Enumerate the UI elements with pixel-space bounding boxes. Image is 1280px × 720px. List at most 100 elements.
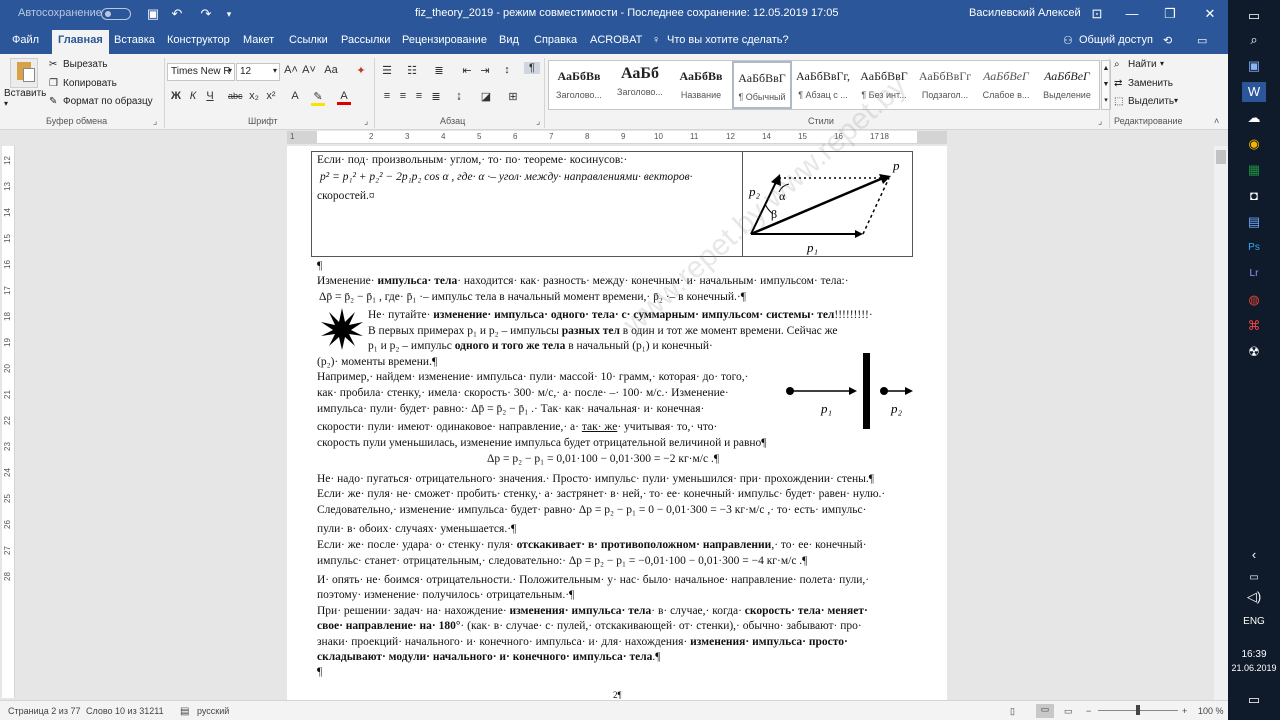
- zoom-level[interactable]: 100 %: [1198, 706, 1224, 716]
- style-subtle-emphasis[interactable]: АаБбВеГ Слабое в...: [976, 61, 1036, 109]
- restore-icon[interactable]: ❐: [1155, 4, 1185, 24]
- clock-date[interactable]: 21.06.2019: [1230, 658, 1278, 678]
- save-icon[interactable]: ▣: [144, 5, 162, 23]
- media-icon[interactable]: ☢: [1242, 342, 1266, 362]
- align-left-icon[interactable]: ≡: [380, 90, 394, 102]
- lightroom-icon[interactable]: Lr: [1242, 264, 1266, 284]
- align-center-icon[interactable]: ≡: [396, 90, 410, 102]
- tab-layout[interactable]: Макет: [243, 34, 274, 46]
- tab-mailings[interactable]: Рассылки: [341, 34, 390, 46]
- chrome-icon[interactable]: ◉: [1242, 134, 1266, 154]
- comments-icon[interactable]: ▭: [1197, 34, 1207, 47]
- sort-icon[interactable]: ↕: [500, 64, 514, 76]
- show-marks-icon[interactable]: ¶: [524, 62, 540, 74]
- subscript-icon[interactable]: x₂: [247, 90, 261, 102]
- paste-dropdown-icon[interactable]: ▾: [4, 99, 8, 108]
- superscript-icon[interactable]: x²: [264, 90, 278, 102]
- multilevel-list-icon[interactable]: ≣: [432, 64, 446, 77]
- style-list-paragraph[interactable]: АаБбВвГг, ¶ Абзац с ...: [793, 61, 853, 109]
- word-count[interactable]: Слово 10 из 31211: [86, 706, 164, 716]
- font-name-box[interactable]: Times New R ▾: [167, 63, 235, 81]
- vertical-ruler[interactable]: 12 13 14 15 16 17 18 19 20 21 22 23 24 2…: [2, 146, 15, 698]
- search-icon[interactable]: ⌕: [1242, 30, 1266, 50]
- font-launcher-icon[interactable]: ⌟: [364, 116, 368, 127]
- paste-button[interactable]: Вставить: [4, 88, 46, 99]
- paste-icon[interactable]: [10, 58, 38, 88]
- clipboard-launcher-icon[interactable]: ⌟: [153, 116, 157, 127]
- chevron-down-icon[interactable]: ▾: [1160, 59, 1164, 68]
- align-right-icon[interactable]: ≡: [412, 90, 426, 102]
- tab-references[interactable]: Ссылки: [289, 34, 328, 46]
- style-emphasis[interactable]: АаБбВеГ Выделение: [1037, 61, 1097, 109]
- tab-review[interactable]: Рецензирование: [402, 34, 487, 46]
- proofing-icon[interactable]: ▤: [180, 706, 189, 717]
- paragraph-launcher-icon[interactable]: ⌟: [536, 116, 540, 127]
- chevron-down-icon[interactable]: ▾: [1174, 96, 1178, 105]
- activity-icon[interactable]: ⟲: [1163, 34, 1172, 47]
- close-icon[interactable]: ✕: [1195, 4, 1225, 24]
- share-button[interactable]: Общий доступ: [1079, 34, 1153, 46]
- decrease-indent-icon[interactable]: ⇤: [460, 64, 474, 77]
- font-size-box[interactable]: 12 ▾: [236, 63, 280, 81]
- redo-icon[interactable]: ↷: [197, 5, 215, 23]
- minimize-icon[interactable]: —: [1117, 4, 1147, 24]
- replace-button[interactable]: Заменить: [1128, 78, 1173, 89]
- word-app-icon[interactable]: W: [1242, 82, 1266, 102]
- justify-icon[interactable]: ≣: [429, 90, 443, 103]
- document-page[interactable]: α β p p₂ p₁ Если· под· произвольным· угл…: [287, 69, 947, 700]
- increase-indent-icon[interactable]: ⇥: [478, 64, 492, 77]
- tell-me-box[interactable]: Что вы хотите сделать?: [667, 34, 789, 46]
- grow-font-icon[interactable]: A˄: [284, 64, 298, 76]
- clear-format-icon[interactable]: ✦: [354, 64, 368, 77]
- undo-icon[interactable]: ↶: [168, 5, 186, 23]
- select-button[interactable]: Выделить: [1128, 96, 1174, 107]
- language-indicator[interactable]: русский: [197, 706, 229, 716]
- line-spacing-icon[interactable]: ↨: [452, 90, 466, 102]
- action-center-icon[interactable]: ▭: [1242, 690, 1266, 710]
- format-painter-button[interactable]: Формат по образцу: [63, 96, 153, 107]
- style-heading-2[interactable]: АаБб Заголово...: [610, 61, 670, 109]
- shading-icon[interactable]: ◪: [479, 90, 493, 103]
- customize-toolbar-icon[interactable]: ▾: [220, 5, 238, 23]
- excel-icon[interactable]: ▦: [1242, 160, 1266, 180]
- highlight-icon[interactable]: ✎: [311, 90, 325, 106]
- onedrive-icon[interactable]: ☁: [1242, 108, 1266, 128]
- scroll-thumb[interactable]: [1216, 150, 1226, 164]
- volume-icon[interactable]: ◁): [1242, 587, 1266, 607]
- battery-icon[interactable]: ▭: [1242, 568, 1266, 588]
- collapse-ribbon-icon[interactable]: ˄: [1214, 116, 1219, 126]
- notifications-icon[interactable]: ▭: [1242, 6, 1266, 26]
- tab-help[interactable]: Справка: [534, 34, 577, 46]
- tab-view[interactable]: Вид: [499, 34, 519, 46]
- user-name[interactable]: Василевский Алексей: [969, 7, 1081, 19]
- tab-home[interactable]: Главная: [52, 30, 109, 54]
- cut-button[interactable]: Вырезать: [63, 59, 107, 70]
- shrink-font-icon[interactable]: A˅: [302, 64, 316, 76]
- tab-design[interactable]: Конструктор: [167, 34, 230, 46]
- style-normal[interactable]: АаБбВвГ ¶ Обычный: [732, 61, 792, 109]
- numbering-icon[interactable]: ☷: [405, 64, 419, 77]
- tab-acrobat[interactable]: ACROBAT: [590, 34, 642, 46]
- find-button[interactable]: Найти: [1128, 59, 1157, 70]
- photoshop-icon[interactable]: Ps: [1242, 238, 1266, 258]
- ribbon-display-icon[interactable]: ⊡: [1082, 4, 1112, 24]
- bold-icon[interactable]: Ж: [169, 90, 183, 102]
- strikethrough-icon[interactable]: abc: [228, 91, 243, 101]
- style-heading-1[interactable]: АаБбВв Заголово...: [549, 61, 609, 109]
- tab-insert[interactable]: Вставка: [114, 34, 155, 46]
- camera-icon[interactable]: ◘: [1242, 186, 1266, 206]
- save-app-icon[interactable]: ▣: [1242, 56, 1266, 76]
- italic-icon[interactable]: К: [186, 90, 200, 102]
- style-title[interactable]: АаБбВв Название: [671, 61, 731, 109]
- bullets-icon[interactable]: ☰: [380, 64, 394, 77]
- autosave-toggle[interactable]: [101, 8, 131, 20]
- print-layout-icon[interactable]: ▭: [1036, 704, 1054, 718]
- copy-button[interactable]: Копировать: [63, 78, 117, 89]
- font-color-icon[interactable]: A: [337, 90, 351, 105]
- zoom-slider-thumb[interactable]: [1136, 705, 1140, 715]
- borders-icon[interactable]: ⊞: [506, 90, 520, 103]
- style-subtitle[interactable]: АаБбВвГг Подзагол...: [915, 61, 975, 109]
- acrobat-icon[interactable]: ⌘: [1242, 316, 1266, 336]
- zoom-out-icon[interactable]: −: [1086, 706, 1091, 716]
- chevron-left-icon[interactable]: ‹: [1242, 545, 1266, 565]
